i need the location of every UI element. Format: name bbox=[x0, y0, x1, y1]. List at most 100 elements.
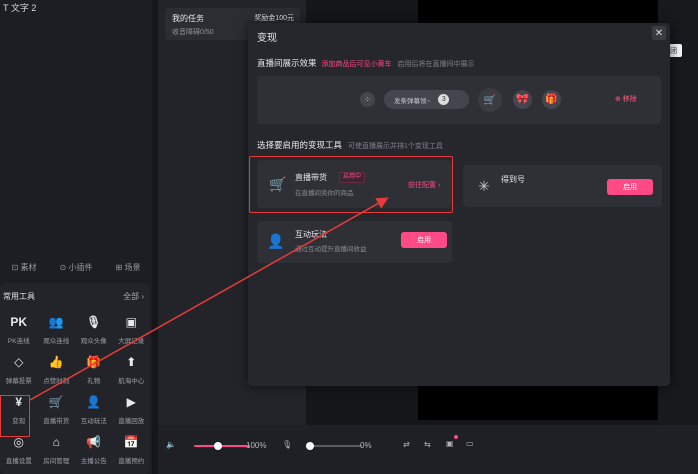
badge-icon: 🎀 bbox=[513, 90, 532, 109]
swap-icon[interactable]: ⇄ bbox=[403, 440, 410, 449]
monetize-highlight-box bbox=[0, 395, 30, 437]
card2-name: 得到号 bbox=[501, 175, 525, 184]
tool-tile[interactable]: 📅 直播预约 bbox=[113, 433, 151, 473]
tool-tile[interactable]: 🛒 直播带货 bbox=[38, 393, 76, 433]
replay-icon: ▶ bbox=[126, 395, 136, 409]
camera-icon[interactable]: ▣ bbox=[446, 439, 454, 448]
tool-label: 直播预约 bbox=[118, 458, 145, 465]
tool-label: 观众头像 bbox=[80, 338, 107, 345]
volume-value: 100% bbox=[246, 441, 267, 450]
tool-label: 礼物 bbox=[87, 378, 101, 385]
tool-tile[interactable]: ⌂ 房间管理 bbox=[38, 433, 76, 473]
comment-count: 3 bbox=[438, 94, 450, 105]
dialog-title: 变现 bbox=[257, 33, 277, 44]
person-icon: 👤 bbox=[267, 232, 285, 249]
mic-icon[interactable]: 🎙 bbox=[282, 440, 292, 449]
tool-tile[interactable]: 👤 互动玩法 bbox=[75, 393, 113, 433]
enable-button[interactable]: 启用 bbox=[607, 179, 653, 195]
close-icon[interactable]: ✕ bbox=[652, 26, 666, 40]
tool-tile[interactable]: 🎁 礼物 bbox=[75, 353, 113, 393]
tool-card-dedao[interactable]: ✳ 得到号 启用 bbox=[463, 165, 662, 207]
cart-icon: 🛒 bbox=[48, 395, 64, 409]
tool-label: 互动玩法 bbox=[80, 418, 107, 425]
screen-record-icon: ▣ bbox=[125, 315, 137, 329]
gift-icon: 🎁 bbox=[542, 90, 561, 109]
material-tool[interactable]: ⊡ 素材 bbox=[12, 262, 37, 273]
tool-label: 航海中心 bbox=[118, 378, 145, 385]
record-icon[interactable]: ▭ bbox=[466, 439, 474, 448]
left-toolbar: ⊡ 素材 ⊙ 小插件 ⊞ 场景 bbox=[0, 258, 152, 276]
panel-title: 常用工具 bbox=[3, 292, 35, 301]
tool-label: 观众连线 bbox=[43, 338, 70, 345]
effect-hint-gray: 启用后将在直播间中展示 bbox=[397, 61, 475, 68]
interact-icon: 👤 bbox=[86, 395, 102, 409]
gift-icon: 🎁 bbox=[86, 355, 102, 369]
vote-icon: ◇ bbox=[14, 355, 24, 369]
widget-tool[interactable]: ⊙ 小插件 bbox=[60, 262, 93, 273]
mic-slider[interactable] bbox=[308, 445, 362, 447]
notify-dot bbox=[454, 435, 458, 439]
tool-label: 直播设置 bbox=[5, 458, 32, 465]
comment-pill: 发条弹幕领~ 3 bbox=[384, 90, 469, 109]
tools-row: ◎ 直播设置 ⌂ 房间管理 📢 主播公告 📅 直播预约 bbox=[0, 433, 150, 473]
effect-section-title: 直播间展示效果 添加商品后可见小黄车 启用后将在直播间中展示 bbox=[257, 57, 475, 69]
effect-hint-pink: 添加商品后可见小黄车 bbox=[321, 61, 392, 68]
cart-icon: 🛒 bbox=[478, 88, 502, 112]
tool-tile[interactable]: ▶ 直播回放 bbox=[113, 393, 151, 433]
tool-label: 房间管理 bbox=[43, 458, 70, 465]
effect-preview-box: ⁘ 发条弹幕领~ 3 🛒 🎀 🎁 ⊕ 移除 bbox=[257, 76, 661, 124]
live-selling-highlight-box bbox=[249, 156, 453, 213]
tool-label: 大屏记录 bbox=[118, 338, 145, 345]
tools-grid: PK PK连线 👥 观众连线 🎙 观众头像 ▣ 大屏记录 ◇ 弹幕投票 👍 点赞时刻 🎁 礼物 ⬆ 航海中心 ¥… bbox=[0, 313, 150, 473]
tools-section-title: 选择要启用的变现工具 可使直播展示并排1个变现工具 bbox=[257, 139, 443, 151]
mirror-icon[interactable]: ⇆ bbox=[424, 440, 431, 449]
tools-title: 选择要启用的变现工具 bbox=[257, 140, 343, 150]
volume-fill bbox=[194, 445, 250, 447]
pinwheel-icon: ✳ bbox=[478, 177, 490, 194]
schedule-icon: 📅 bbox=[123, 435, 139, 449]
bottom-toolbar: 🔈 100% 🎙 0% ⇄ ⇆ ▣ ▭ bbox=[158, 425, 698, 474]
tool-card-interaction[interactable]: 👤 互动玩法 通过互动提升直播间收益 启用 bbox=[257, 221, 452, 263]
tool-tile[interactable]: 📢 主播公告 bbox=[75, 433, 113, 473]
view-all-link[interactable]: 全部 › bbox=[123, 291, 144, 302]
tool-tile[interactable]: ◇ 弹幕投票 bbox=[0, 353, 38, 393]
tool-tile[interactable]: 👥 观众连线 bbox=[38, 313, 76, 353]
tool-tile[interactable]: 🎙 观众头像 bbox=[75, 313, 113, 353]
remove-button[interactable]: ⊕ 移除 bbox=[615, 94, 637, 104]
effect-title: 直播间展示效果 bbox=[257, 58, 317, 68]
common-tools-panel: 常用工具 全部 › PK PK连线 👥 观众连线 🎙 观众头像 ▣ 大屏记录 ◇ 弹幕投票 👍 点赞时… bbox=[0, 283, 150, 474]
task-title: 我的任务 bbox=[172, 14, 204, 23]
room-icon: ⌂ bbox=[52, 435, 60, 449]
speaker-icon[interactable]: 🔈 bbox=[166, 440, 176, 449]
tool-label: 直播回放 bbox=[118, 418, 145, 425]
scene-item-text[interactable]: T 文字 2 bbox=[3, 1, 36, 14]
tool-tile[interactable]: 👍 点赞时刻 bbox=[38, 353, 76, 393]
task-reward: 奖励金100元 bbox=[254, 15, 294, 22]
mic-icon: 🎙 bbox=[86, 315, 102, 329]
enable-button[interactable]: 启用 bbox=[401, 232, 447, 248]
tool-label: PK连线 bbox=[7, 338, 30, 345]
upload-icon: ⬆ bbox=[126, 355, 137, 369]
tool-tile[interactable]: ▣ 大屏记录 bbox=[113, 313, 151, 353]
tool-label: 点赞时刻 bbox=[43, 378, 70, 385]
comment-pill-label: 发条弹幕领~ bbox=[394, 97, 431, 105]
tool-tile[interactable]: ◎ 直播设置 bbox=[0, 433, 38, 473]
mic-value: 0% bbox=[360, 441, 372, 450]
tools-hint: 可使直播展示并排1个变现工具 bbox=[348, 143, 443, 150]
tool-label: 主播公告 bbox=[80, 458, 107, 465]
mic-knob[interactable] bbox=[306, 442, 314, 450]
tool-label: 直播带货 bbox=[43, 418, 70, 425]
like-icon: 👍 bbox=[48, 355, 64, 369]
viewers-icon: 👥 bbox=[48, 315, 64, 329]
grid-icon[interactable]: ⁘ bbox=[360, 92, 375, 107]
card3-name: 互动玩法 bbox=[295, 230, 327, 239]
volume-knob[interactable] bbox=[214, 442, 222, 450]
card3-sub: 通过互动提升直播间收益 bbox=[295, 246, 367, 253]
scene-tool[interactable]: ⊞ 场景 bbox=[116, 262, 141, 273]
tool-label: 弹幕投票 bbox=[5, 378, 32, 385]
pk-icon: PK bbox=[10, 315, 28, 329]
tools-row: PK PK连线 👥 观众连线 🎙 观众头像 ▣ 大屏记录 bbox=[0, 313, 150, 353]
task-sub: 收音障碍0/50 bbox=[172, 29, 214, 36]
tool-tile[interactable]: PK PK连线 bbox=[0, 313, 38, 353]
tool-tile[interactable]: ⬆ 航海中心 bbox=[113, 353, 151, 393]
